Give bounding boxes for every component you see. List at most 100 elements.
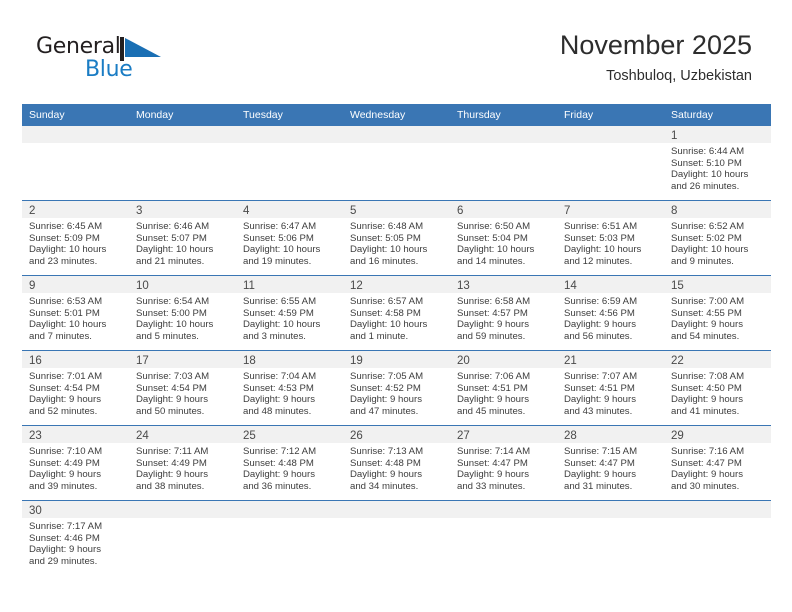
day-number: 26: [350, 430, 363, 442]
weekday-header-friday: Friday: [564, 109, 594, 121]
sunrise-text: Sunrise: 7:17 AM: [29, 521, 103, 532]
general-blue-logo[interactable]: General Blue: [36, 34, 236, 94]
day-details: Sunrise: 6:55 AM Sunset: 4:59 PM Daylight:…: [236, 293, 343, 342]
day-number: 12: [350, 280, 363, 292]
calendar-day-cell[interactable]: 26 Sunrise: 7:13 AM Sunset: 4:48 PM Dayligh…: [343, 426, 450, 500]
calendar-day-cell[interactable]: 11 Sunrise: 6:55 AM Sunset: 4:59 PM Dayligh…: [236, 276, 343, 350]
calendar-day-cell-empty: [450, 501, 557, 577]
sunrise-text: Sunrise: 7:06 AM: [457, 371, 531, 382]
calendar-day-cell[interactable]: 22 Sunrise: 7:08 AM Sunset: 4:50 PM Dayligh…: [664, 351, 771, 425]
day-number: 23: [29, 430, 42, 442]
calendar-page: General Blue November 2025 Toshbuloq, Uz…: [0, 0, 792, 612]
calendar-day-cell[interactable]: 23 Sunrise: 7:10 AM Sunset: 4:49 PM Dayligh…: [22, 426, 129, 500]
sunrise-text: Sunrise: 6:52 AM: [671, 221, 745, 232]
calendar-day-cell[interactable]: 14 Sunrise: 6:59 AM Sunset: 4:56 PM Dayligh…: [557, 276, 664, 350]
calendar-day-cell-empty: [343, 126, 450, 200]
sunset-text: Sunset: 4:53 PM: [243, 382, 314, 394]
calendar-day-cell[interactable]: 12 Sunrise: 6:57 AM Sunset: 4:58 PM Dayligh…: [343, 276, 450, 350]
day-details: Sunrise: 7:12 AM Sunset: 4:48 PM Daylight:…: [236, 443, 343, 492]
calendar-day-cell[interactable]: 19 Sunrise: 7:05 AM Sunset: 4:52 PM Dayligh…: [343, 351, 450, 425]
sunrise-text: Sunrise: 6:50 AM: [457, 221, 531, 232]
calendar-day-cell[interactable]: 20 Sunrise: 7:06 AM Sunset: 4:51 PM Dayligh…: [450, 351, 557, 425]
calendar-day-cell-empty: [557, 501, 664, 577]
daylight-text-line2: and 30 minutes.: [671, 480, 740, 492]
calendar-day-cell[interactable]: 18 Sunrise: 7:04 AM Sunset: 4:53 PM Dayligh…: [236, 351, 343, 425]
calendar-day-cell[interactable]: 30 Sunrise: 7:17 AM Sunset: 4:46 PM Dayligh…: [22, 501, 129, 577]
daylight-text-line2: and 21 minutes.: [136, 255, 205, 267]
day-number-band: 2: [22, 201, 129, 218]
calendar-day-cell[interactable]: 27 Sunrise: 7:14 AM Sunset: 4:47 PM Dayligh…: [450, 426, 557, 500]
day-number-band: 23: [22, 426, 129, 443]
day-number-band: 26: [343, 426, 450, 443]
day-number-band: 13: [450, 276, 557, 293]
calendar-day-cell[interactable]: 13 Sunrise: 6:58 AM Sunset: 4:57 PM Dayligh…: [450, 276, 557, 350]
calendar-day-cell-empty: [557, 126, 664, 200]
sunrise-text: Sunrise: 6:58 AM: [457, 296, 531, 307]
day-number-band: 24: [129, 426, 236, 443]
calendar-day-cell-empty: [343, 501, 450, 577]
calendar-week-row: 9 Sunrise: 6:53 AM Sunset: 5:01 PM Daylight…: [22, 275, 771, 350]
day-details: Sunrise: 7:05 AM Sunset: 4:52 PM Daylight:…: [343, 368, 450, 417]
day-number-band: 29: [664, 426, 771, 443]
calendar-day-cell[interactable]: 28 Sunrise: 7:15 AM Sunset: 4:47 PM Dayligh…: [557, 426, 664, 500]
daylight-text-line2: and 16 minutes.: [350, 255, 419, 267]
day-number: 7: [564, 205, 571, 217]
day-number: 30: [29, 505, 42, 517]
calendar-day-cell[interactable]: 4 Sunrise: 6:47 AM Sunset: 5:06 PM Daylight…: [236, 201, 343, 275]
sunset-text: Sunset: 4:52 PM: [350, 382, 421, 394]
sunset-text: Sunset: 4:54 PM: [29, 382, 100, 394]
day-number-band: 3: [129, 201, 236, 218]
sunset-text: Sunset: 4:57 PM: [457, 307, 528, 319]
daylight-text-line2: and 47 minutes.: [350, 405, 419, 417]
calendar-week-row: 23 Sunrise: 7:10 AM Sunset: 4:49 PM Dayligh…: [22, 425, 771, 500]
calendar-day-cell[interactable]: 1 Sunrise: 6:44 AM Sunset: 5:10 PM Daylight…: [664, 126, 771, 200]
day-number-band: 12: [343, 276, 450, 293]
calendar-day-cell[interactable]: 21 Sunrise: 7:07 AM Sunset: 4:51 PM Dayligh…: [557, 351, 664, 425]
calendar-day-cell[interactable]: 9 Sunrise: 6:53 AM Sunset: 5:01 PM Daylight…: [22, 276, 129, 350]
calendar-day-cell[interactable]: 3 Sunrise: 6:46 AM Sunset: 5:07 PM Daylight…: [129, 201, 236, 275]
daylight-text-line1: Daylight: 9 hours: [564, 469, 636, 481]
daylight-text-line1: Daylight: 10 hours: [350, 244, 428, 256]
sunset-text: Sunset: 4:54 PM: [136, 382, 207, 394]
day-number-band: [664, 501, 771, 518]
daylight-text-line1: Daylight: 9 hours: [29, 544, 101, 556]
calendar-day-cell[interactable]: 8 Sunrise: 6:52 AM Sunset: 5:02 PM Daylight…: [664, 201, 771, 275]
sunrise-text: Sunrise: 7:04 AM: [243, 371, 317, 382]
daylight-text-line2: and 23 minutes.: [29, 255, 98, 267]
day-number-band: 15: [664, 276, 771, 293]
sunrise-text: Sunrise: 6:57 AM: [350, 296, 424, 307]
daylight-text-line1: Daylight: 9 hours: [564, 319, 636, 331]
daylight-text-line1: Daylight: 9 hours: [136, 469, 208, 481]
weekday-header-saturday: Saturday: [671, 109, 714, 121]
day-number: 28: [564, 430, 577, 442]
sunset-text: Sunset: 5:04 PM: [457, 232, 528, 244]
sunset-text: Sunset: 5:01 PM: [29, 307, 100, 319]
calendar-day-cell[interactable]: 17 Sunrise: 7:03 AM Sunset: 4:54 PM Dayligh…: [129, 351, 236, 425]
day-details: Sunrise: 6:58 AM Sunset: 4:57 PM Daylight:…: [450, 293, 557, 342]
day-details: Sunrise: 7:11 AM Sunset: 4:49 PM Daylight:…: [129, 443, 236, 492]
daylight-text-line1: Daylight: 10 hours: [136, 244, 214, 256]
sunrise-text: Sunrise: 6:51 AM: [564, 221, 638, 232]
calendar-day-cell[interactable]: 16 Sunrise: 7:01 AM Sunset: 4:54 PM Dayligh…: [22, 351, 129, 425]
daylight-text-line2: and 43 minutes.: [564, 405, 633, 417]
day-number: 20: [457, 355, 470, 367]
day-number-band: 11: [236, 276, 343, 293]
daylight-text-line1: Daylight: 10 hours: [564, 244, 642, 256]
day-details: Sunrise: 6:46 AM Sunset: 5:07 PM Daylight:…: [129, 218, 236, 267]
daylight-text-line1: Daylight: 9 hours: [29, 394, 101, 406]
calendar-day-cell[interactable]: 24 Sunrise: 7:11 AM Sunset: 4:49 PM Dayligh…: [129, 426, 236, 500]
day-number-band: 7: [557, 201, 664, 218]
sunrise-text: Sunrise: 7:10 AM: [29, 446, 103, 457]
day-number-band: 17: [129, 351, 236, 368]
calendar-day-cell[interactable]: 15 Sunrise: 7:00 AM Sunset: 4:55 PM Dayligh…: [664, 276, 771, 350]
daylight-text-line2: and 14 minutes.: [457, 255, 526, 267]
day-number: 13: [457, 280, 470, 292]
calendar-day-cell[interactable]: 6 Sunrise: 6:50 AM Sunset: 5:04 PM Daylight…: [450, 201, 557, 275]
calendar-day-cell[interactable]: 2 Sunrise: 6:45 AM Sunset: 5:09 PM Daylight…: [22, 201, 129, 275]
calendar-day-cell[interactable]: 5 Sunrise: 6:48 AM Sunset: 5:05 PM Daylight…: [343, 201, 450, 275]
calendar-day-cell[interactable]: 10 Sunrise: 6:54 AM Sunset: 5:00 PM Dayligh…: [129, 276, 236, 350]
calendar-day-cell[interactable]: 25 Sunrise: 7:12 AM Sunset: 4:48 PM Dayligh…: [236, 426, 343, 500]
calendar-day-cell[interactable]: 29 Sunrise: 7:16 AM Sunset: 4:47 PM Dayligh…: [664, 426, 771, 500]
calendar-day-cell[interactable]: 7 Sunrise: 6:51 AM Sunset: 5:03 PM Daylight…: [557, 201, 664, 275]
weekday-header-monday: Monday: [136, 109, 174, 121]
